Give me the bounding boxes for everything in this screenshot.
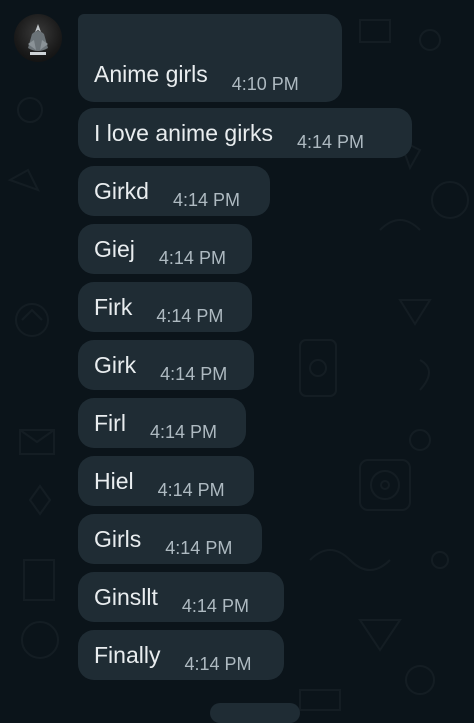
message-bubble[interactable]: Hiel 4:14 PM (78, 456, 254, 506)
message-text: Girk (94, 351, 137, 378)
message-bubble[interactable]: Giej 4:14 PM (78, 224, 252, 274)
message-text: Hiel (94, 467, 134, 494)
message-timestamp: 4:14 PM (296, 131, 365, 152)
message-bubble[interactable]: Firk 4:14 PM (78, 282, 252, 332)
message-bubble[interactable]: Ginsllt 4:14 PM (78, 572, 284, 622)
message-text: Giej (94, 235, 135, 262)
message-bubble[interactable]: Girk 4:14 PM (78, 340, 254, 390)
message-timestamp: 4:14 PM (165, 537, 233, 558)
contact-avatar[interactable] (14, 14, 62, 62)
message-text: Firk (94, 293, 133, 320)
message-timestamp: 4:14 PM (184, 653, 252, 674)
message-bubble[interactable]: Girkd 4:14 PM (78, 166, 270, 216)
partial-message-bubble[interactable] (210, 703, 300, 723)
message-timestamp: 4:14 PM (157, 479, 225, 500)
message-bubble[interactable]: Finally 4:14 PM (78, 630, 284, 680)
message-timestamp: 4:14 PM (158, 247, 226, 268)
message-bubble[interactable]: Anime girls 4:10 PM (78, 14, 342, 102)
message-text: Anime girls (94, 61, 208, 87)
message-timestamp: 4:14 PM (156, 305, 224, 326)
avatar-figure-icon (28, 24, 48, 55)
message-timestamp: 4:14 PM (172, 189, 240, 210)
message-timestamp: 4:10 PM (231, 74, 299, 94)
message-bubble[interactable]: Girls 4:14 PM (78, 514, 262, 564)
message-timestamp: 4:14 PM (181, 595, 249, 616)
message-bubble[interactable]: Firl 4:14 PM (78, 398, 246, 448)
message-text: I love anime girks (94, 119, 273, 146)
message-text: Girls (94, 525, 142, 552)
message-timestamp: 4:14 PM (149, 421, 217, 442)
message-bubble[interactable]: I love anime girks 4:14 PM (78, 108, 412, 158)
message-text: Girkd (94, 177, 149, 204)
message-text: Firl (94, 409, 126, 436)
message-text: Ginsllt (94, 583, 158, 610)
message-text: Finally (94, 641, 161, 668)
message-timestamp: 4:14 PM (160, 363, 228, 384)
